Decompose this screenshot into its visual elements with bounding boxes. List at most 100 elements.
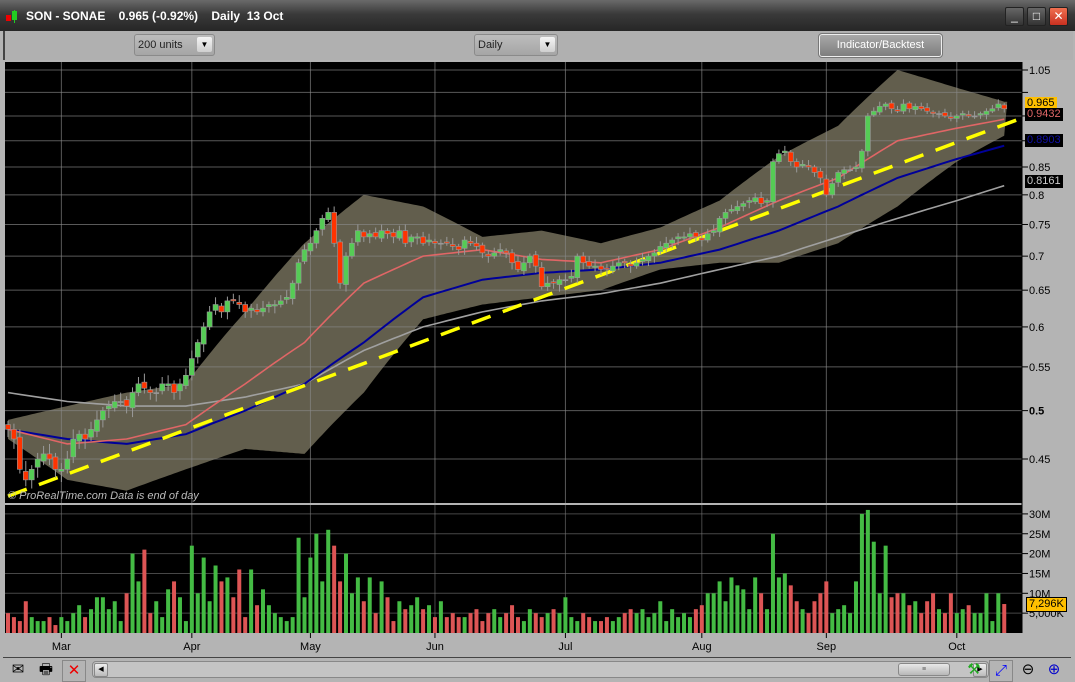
candle (645, 255, 652, 262)
candle (438, 242, 444, 245)
candle (384, 230, 391, 235)
candle (983, 110, 990, 115)
volume-bar (670, 609, 675, 633)
volume-bar (693, 609, 698, 633)
candle (580, 255, 587, 264)
candle (337, 241, 343, 284)
volume-bar (130, 553, 135, 633)
volume-bar (219, 581, 224, 633)
candle (912, 106, 919, 111)
volume-bar (486, 613, 491, 633)
candle (491, 252, 498, 257)
volume-bar (830, 613, 835, 633)
volume-bar (717, 581, 722, 633)
volume-bar (255, 605, 260, 633)
candle (390, 232, 397, 238)
volume-bar (913, 601, 918, 633)
volume-bar (664, 621, 669, 633)
candle (793, 161, 800, 168)
month-label: Aug (692, 641, 712, 653)
candle (888, 102, 895, 110)
candle (687, 233, 693, 238)
volume-bar (332, 545, 337, 633)
candle (965, 114, 972, 117)
volume-bar (640, 609, 645, 633)
volume-bar (948, 593, 953, 633)
candle (432, 241, 438, 244)
volume-bar (865, 509, 870, 633)
candle (360, 231, 367, 238)
scrollbar-thumb[interactable]: ≡ (898, 663, 950, 676)
volume-bar (35, 621, 40, 633)
volume-bar (610, 621, 615, 633)
candle (106, 405, 112, 410)
zoom-in-icon[interactable]: ⊕ (1043, 660, 1065, 680)
volume-tag: 7,296K (1026, 597, 1067, 612)
candle (40, 453, 47, 462)
indicator-tool-icon[interactable]: ⚒ (963, 660, 985, 680)
scroll-left-button[interactable]: ◀ (94, 663, 108, 677)
volume-bar (889, 597, 894, 633)
volume-bar (652, 613, 657, 633)
candle (681, 236, 687, 239)
volume-bar (349, 593, 354, 633)
volume-bar (711, 593, 716, 633)
candle (503, 250, 509, 254)
candle (948, 116, 954, 119)
candle (248, 307, 254, 311)
candle (11, 429, 17, 440)
candle (598, 265, 604, 270)
volume-bar (355, 577, 360, 633)
candle (307, 242, 314, 252)
candle (835, 172, 842, 183)
candle (574, 255, 581, 278)
candle (799, 164, 806, 167)
volume-bar (587, 617, 592, 633)
candle (402, 230, 409, 244)
candle (977, 113, 984, 116)
candle (479, 244, 486, 254)
zoom-fit-icon[interactable]: ⤢ (989, 660, 1013, 682)
candle (366, 233, 373, 238)
horizontal-scrollbar[interactable]: ◀ ≡ ▶ (92, 661, 989, 678)
volume-bar (379, 581, 384, 633)
candle (455, 246, 462, 250)
volume-bar (931, 593, 936, 633)
price-tick-label: 0.5 (1029, 406, 1044, 418)
volume-bar (747, 609, 752, 633)
candle (811, 166, 818, 173)
price-chart[interactable]: 1.05 0.85 0.8 0.75 0.7 0.65 0.6 0.55 0.5 0.45 30M 2… (0, 0, 1075, 681)
volume-bar (6, 613, 10, 633)
candle (473, 242, 480, 247)
printer-icon[interactable]: 🖶 (35, 660, 57, 680)
volume-bar (842, 605, 847, 633)
candle (663, 242, 670, 249)
candle (189, 358, 195, 376)
mail-icon[interactable]: ✉ (7, 660, 29, 680)
price-tick-label: 1.05 (1029, 65, 1050, 77)
candle (615, 262, 622, 267)
volume-bar (759, 593, 764, 633)
candle (52, 456, 59, 470)
volume-bar (646, 617, 651, 633)
candle (272, 304, 278, 307)
volume-bar (794, 601, 799, 633)
candle (283, 296, 290, 300)
zoom-out-icon[interactable]: ⊖ (1017, 660, 1039, 680)
volume-bar (984, 593, 989, 633)
candle (17, 436, 23, 470)
candle (823, 178, 830, 196)
volume-bar (954, 613, 959, 633)
volume-bar (314, 533, 319, 633)
link-disabled-icon[interactable]: ✕ (62, 660, 86, 682)
candle (639, 259, 646, 262)
volume-bar (735, 585, 740, 633)
candle (485, 253, 492, 257)
candle (782, 150, 788, 153)
candle (633, 262, 640, 267)
volume-bar (237, 569, 242, 633)
month-label: Oct (948, 641, 965, 653)
candle (408, 236, 415, 243)
candle (461, 239, 468, 249)
candle (64, 458, 71, 470)
